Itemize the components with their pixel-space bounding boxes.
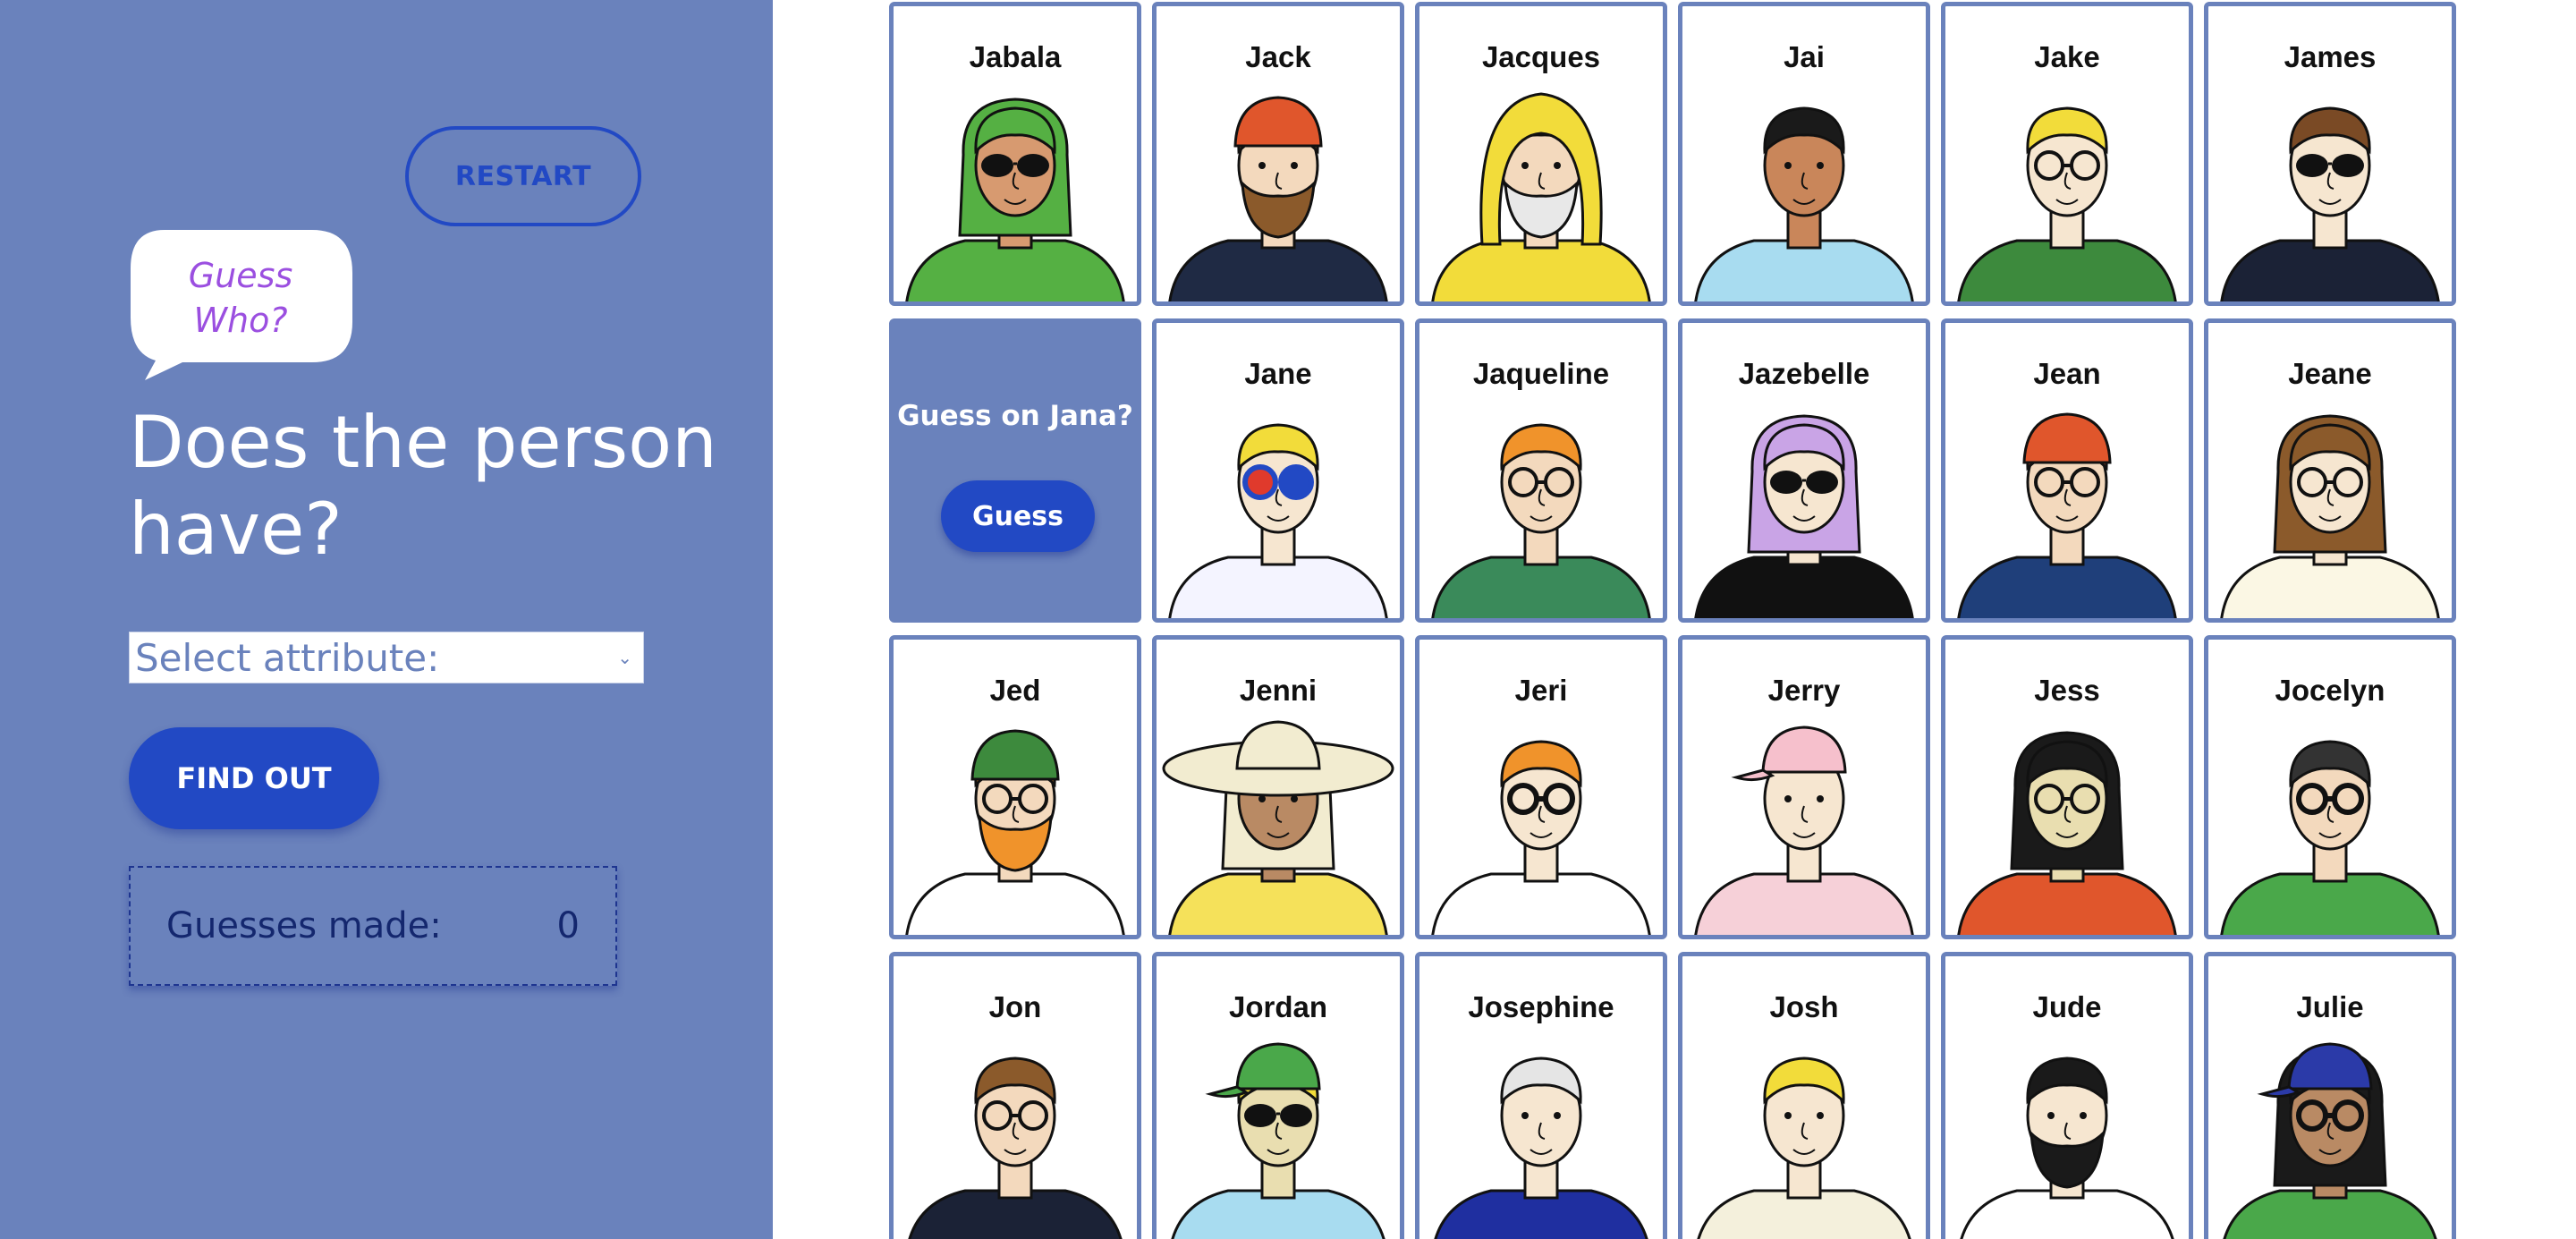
character-name: Jess <box>2034 674 2100 707</box>
character-card-jed[interactable]: Jed <box>889 635 1141 939</box>
character-card-jacques[interactable]: Jacques <box>1415 2 1667 306</box>
character-card-jude[interactable]: Jude <box>1941 952 2193 1239</box>
character-card-jack[interactable]: Jack <box>1152 2 1404 306</box>
character-portrait <box>905 98 1125 301</box>
character-portrait <box>1434 1057 1648 1239</box>
character-name: Josh <box>1769 990 1839 1023</box>
guess-prompt: Guess on Jana? <box>897 400 1133 432</box>
character-card-jess[interactable]: Jess <box>1941 635 2193 939</box>
character-card-jane[interactable]: Jane <box>1152 318 1404 623</box>
character-name: Jaqueline <box>1472 357 1610 390</box>
attribute-select[interactable]: Select attribute: ⌄ <box>129 632 644 683</box>
character-name: Jenni <box>1239 674 1318 707</box>
character-card-jeri[interactable]: Jeri <box>1415 635 1667 939</box>
guesses-counter: Guesses made: 0 <box>129 866 617 986</box>
character-portrait <box>1431 423 1651 618</box>
character-portrait <box>1431 740 1651 935</box>
character-card-jenni[interactable]: Jenni <box>1152 635 1404 939</box>
character-name: Jack <box>1245 40 1311 73</box>
question-heading: Does the person have? <box>129 401 717 571</box>
chevron-down-icon: ⌄ <box>617 648 632 668</box>
character-card-jean[interactable]: Jean <box>1941 318 2193 623</box>
character-portrait <box>1957 731 2177 935</box>
guess-button[interactable]: Guess <box>941 480 1095 552</box>
character-card-jordan[interactable]: Jordan <box>1152 952 1404 1239</box>
character-portrait <box>1957 106 2177 301</box>
character-name: Jean <box>2033 357 2101 390</box>
guesses-count: 0 <box>556 905 580 946</box>
character-portrait <box>2220 414 2440 618</box>
character-card-jake[interactable]: Jake <box>1941 2 2193 306</box>
character-name: Jai <box>1784 40 1825 73</box>
character-portrait <box>905 729 1125 935</box>
character-card-jai[interactable]: Jai <box>1678 2 1930 306</box>
character-board: Guess on Jana? Guess Jabala Jack Jacques Ja… <box>889 2 2458 1239</box>
character-portrait <box>1171 1042 1385 1239</box>
find-out-button[interactable]: FIND OUT <box>129 727 379 829</box>
character-portrait <box>1168 423 1388 618</box>
character-card-jaqueline[interactable]: Jaqueline <box>1415 318 1667 623</box>
character-portrait <box>908 1057 1123 1239</box>
character-portrait <box>2220 740 2440 935</box>
character-card-james[interactable]: James <box>2204 2 2456 306</box>
character-card-jon[interactable]: Jon <box>889 952 1141 1239</box>
character-portrait <box>1168 96 1388 301</box>
character-portrait <box>2223 1042 2437 1239</box>
character-portrait <box>1960 1057 2174 1239</box>
character-name: Jerry <box>1767 674 1841 707</box>
character-name: Jane <box>1244 357 1312 390</box>
guesses-label: Guesses made: <box>166 905 442 946</box>
character-card-josephine[interactable]: Josephine <box>1415 952 1667 1239</box>
character-portrait <box>2220 106 2440 301</box>
character-portrait <box>1697 1057 1911 1239</box>
character-name: Jeri <box>1514 674 1568 707</box>
character-name: Jake <box>2034 40 2100 73</box>
character-card-jabala[interactable]: Jabala <box>889 2 1141 306</box>
character-name: James <box>2284 40 2377 73</box>
guess-card: Guess on Jana? Guess <box>889 318 1141 623</box>
character-card-jocelyn[interactable]: Jocelyn <box>2204 635 2456 939</box>
character-name: Jon <box>988 990 1042 1023</box>
character-name: Jacques <box>1481 40 1601 73</box>
character-name: Jazebelle <box>1738 357 1870 390</box>
character-portrait <box>1694 726 1914 935</box>
character-name: Jocelyn <box>2275 674 2385 707</box>
character-card-jeane[interactable]: Jeane <box>2204 318 2456 623</box>
character-portrait <box>1957 412 2177 618</box>
character-name: Julie <box>2296 990 2364 1023</box>
character-portrait <box>1162 720 1394 935</box>
character-card-jerry[interactable]: Jerry <box>1678 635 1930 939</box>
character-card-jazebelle[interactable]: Jazebelle <box>1678 318 1930 623</box>
sidebar: RESTART Guess Who? Does the person have?… <box>0 0 773 1239</box>
attribute-select-placeholder: Select attribute: <box>135 635 440 680</box>
restart-button[interactable]: RESTART <box>405 126 641 226</box>
character-card-julie[interactable]: Julie <box>2204 952 2456 1239</box>
character-name: Jeane <box>2288 357 2372 390</box>
character-name: Jude <box>2032 990 2102 1023</box>
character-portrait <box>1431 92 1651 301</box>
character-name: Jordan <box>1228 990 1328 1023</box>
character-portrait <box>1694 414 1914 618</box>
character-card-josh[interactable]: Josh <box>1678 952 1930 1239</box>
character-name: Josephine <box>1468 990 1614 1023</box>
character-name: Jabala <box>969 40 1062 73</box>
bubble-text: Guess Who? <box>188 256 293 340</box>
character-portrait <box>1694 106 1914 301</box>
character-name: Jed <box>989 674 1041 707</box>
speech-bubble: Guess Who? <box>129 228 354 382</box>
